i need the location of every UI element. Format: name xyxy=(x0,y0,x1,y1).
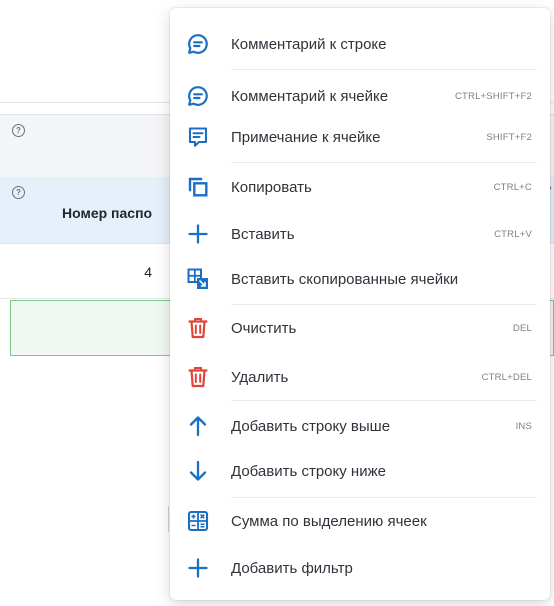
trash-icon xyxy=(186,316,210,340)
menu-item-shortcut: CTRL+SHIFT+F2 xyxy=(454,90,532,102)
menu-separator xyxy=(231,69,537,70)
menu-item-label: Удалить xyxy=(231,368,289,386)
menu-item-label: Вставить скопированные ячейки xyxy=(231,270,459,288)
menu-item-add-above[interactable]: Добавить строку выше INS xyxy=(170,404,550,448)
column-header-passport-number[interactable]: Номер паспо xyxy=(62,205,152,221)
help-icon[interactable]: ? xyxy=(12,124,25,137)
menu-separator xyxy=(231,162,537,163)
comment-icon xyxy=(186,84,210,108)
help-icon[interactable]: ? xyxy=(12,186,25,199)
menu-item-shortcut: CTRL+V xyxy=(494,228,532,240)
menu-item-label: Вставить xyxy=(231,225,295,243)
menu-item-label: Добавить фильтр xyxy=(231,559,353,577)
arrow-down-icon xyxy=(186,459,210,483)
menu-item-shortcut: SHIFT+F2 xyxy=(486,131,532,143)
menu-item-shortcut: INS xyxy=(515,420,532,432)
menu-item-clear[interactable]: Очистить DEL xyxy=(170,306,550,350)
menu-item-comment-cell[interactable]: Комментарий к ячейке CTRL+SHIFT+F2 xyxy=(170,74,550,118)
menu-item-paste[interactable]: Вставить CTRL+V xyxy=(170,212,550,256)
copy-icon xyxy=(186,175,210,199)
menu-item-label: Комментарий к ячейке xyxy=(231,87,389,105)
plus-icon xyxy=(186,222,210,246)
menu-item-label: Добавить строку ниже xyxy=(231,462,386,480)
menu-item-comment-row[interactable]: Комментарий к строке xyxy=(170,22,550,66)
menu-item-note-cell[interactable]: Примечание к ячейке SHIFT+F2 xyxy=(170,115,550,159)
menu-item-label: Комментарий к строке xyxy=(231,35,387,53)
menu-separator xyxy=(231,304,537,305)
paste-cells-icon xyxy=(186,267,210,291)
menu-item-label: Добавить строку выше xyxy=(231,417,391,435)
menu-item-add-below[interactable]: Добавить строку ниже xyxy=(170,449,550,493)
plus-icon xyxy=(186,556,210,580)
menu-item-label: Сумма по выделению ячеек xyxy=(231,512,427,530)
trash-icon xyxy=(186,365,210,389)
menu-item-shortcut: CTRL+DEL xyxy=(481,371,532,383)
note-icon xyxy=(186,125,210,149)
menu-item-copy[interactable]: Копировать CTRL+C xyxy=(170,165,550,209)
menu-item-label: Копировать xyxy=(231,178,312,196)
spreadsheet-view: ? ? Номер паспо ? 4 Комментарий к строке… xyxy=(0,0,554,606)
table-cell-value[interactable]: 4 xyxy=(130,264,152,280)
arrow-up-icon xyxy=(186,414,210,438)
menu-item-sum[interactable]: Сумма по выделению ячеек xyxy=(170,499,550,543)
menu-separator xyxy=(231,497,537,498)
calculator-icon xyxy=(186,509,210,533)
menu-item-paste-cells[interactable]: Вставить скопированные ячейки xyxy=(170,257,550,301)
menu-item-filter[interactable]: Добавить фильтр xyxy=(170,546,550,590)
context-menu: Комментарий к строке Комментарий к ячейке… xyxy=(170,8,550,600)
comment-icon xyxy=(186,32,210,56)
menu-item-delete[interactable]: Удалить CTRL+DEL xyxy=(170,355,550,399)
menu-item-label: Очистить xyxy=(231,319,297,337)
menu-item-label: Примечание к ячейке xyxy=(231,128,381,146)
menu-item-shortcut: DEL xyxy=(512,322,532,334)
menu-separator xyxy=(231,400,537,401)
menu-item-shortcut: CTRL+C xyxy=(493,181,532,193)
